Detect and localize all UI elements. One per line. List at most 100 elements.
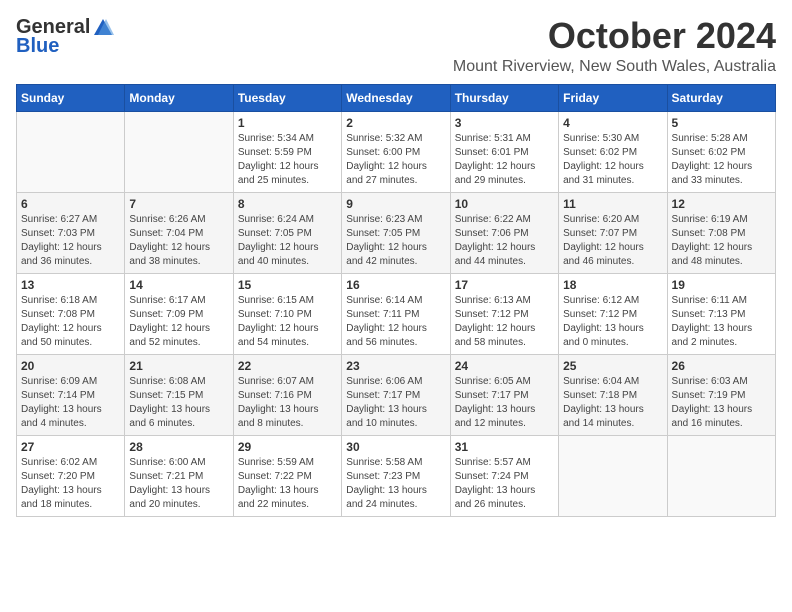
day-detail: Sunrise: 5:31 AM Sunset: 6:01 PM Dayligh… (455, 132, 554, 188)
day-number: 1 (238, 116, 337, 130)
weekday-header-thursday: Thursday (450, 84, 558, 111)
logo-icon (92, 17, 114, 39)
calendar-cell: 2 Sunrise: 5:32 AM Sunset: 6:00 PM Daylig… (342, 111, 450, 192)
day-number: 16 (346, 278, 445, 292)
calendar-cell: 31 Sunrise: 5:57 AM Sunset: 7:24 PM Dayli… (450, 435, 558, 516)
day-detail: Sunrise: 6:03 AM Sunset: 7:19 PM Dayligh… (672, 375, 771, 431)
day-detail: Sunrise: 6:26 AM Sunset: 7:04 PM Dayligh… (129, 213, 228, 269)
day-number: 8 (238, 197, 337, 211)
calendar-table: SundayMondayTuesdayWednesdayThursdayFrid… (16, 84, 776, 517)
calendar-cell: 27 Sunrise: 6:02 AM Sunset: 7:20 PM Dayli… (17, 435, 125, 516)
calendar-cell: 5 Sunrise: 5:28 AM Sunset: 6:02 PM Daylig… (667, 111, 775, 192)
calendar-cell: 22 Sunrise: 6:07 AM Sunset: 7:16 PM Dayli… (233, 354, 341, 435)
day-detail: Sunrise: 6:23 AM Sunset: 7:05 PM Dayligh… (346, 213, 445, 269)
calendar-cell: 23Sunrise: 6:06 AM Sunset: 7:17 PM Dayli… (342, 354, 450, 435)
day-number: 20 (21, 359, 120, 373)
day-number: 28 (129, 440, 228, 454)
day-number: 21 (129, 359, 228, 373)
day-detail: Sunrise: 5:28 AM Sunset: 6:02 PM Dayligh… (672, 132, 771, 188)
day-detail: Sunrise: 6:17 AM Sunset: 7:09 PM Dayligh… (129, 294, 228, 350)
calendar-cell: 25 Sunrise: 6:04 AM Sunset: 7:18 PM Dayli… (559, 354, 667, 435)
calendar-week-3: 13Sunrise: 6:18 AM Sunset: 7:08 PM Dayli… (17, 273, 776, 354)
logo: General Blue (16, 16, 114, 58)
day-detail: Sunrise: 6:27 AM Sunset: 7:03 PM Dayligh… (21, 213, 120, 269)
calendar-cell: 9 Sunrise: 6:23 AM Sunset: 7:05 PM Daylig… (342, 192, 450, 273)
day-number: 17 (455, 278, 554, 292)
logo-blue-text: Blue (16, 35, 59, 58)
weekday-header-sunday: Sunday (17, 84, 125, 111)
day-number: 23 (346, 359, 445, 373)
day-detail: Sunrise: 5:57 AM Sunset: 7:24 PM Dayligh… (455, 456, 554, 512)
calendar-cell: 11 Sunrise: 6:20 AM Sunset: 7:07 PM Dayli… (559, 192, 667, 273)
calendar-cell: 29 Sunrise: 5:59 AM Sunset: 7:22 PM Dayli… (233, 435, 341, 516)
day-number: 6 (21, 197, 120, 211)
day-detail: Sunrise: 6:11 AM Sunset: 7:13 PM Dayligh… (672, 294, 771, 350)
day-detail: Sunrise: 6:19 AM Sunset: 7:08 PM Dayligh… (672, 213, 771, 269)
calendar-cell (17, 111, 125, 192)
day-detail: Sunrise: 6:09 AM Sunset: 7:14 PM Dayligh… (21, 375, 120, 431)
day-detail: Sunrise: 6:07 AM Sunset: 7:16 PM Dayligh… (238, 375, 337, 431)
day-number: 12 (672, 197, 771, 211)
calendar-header-row: SundayMondayTuesdayWednesdayThursdayFrid… (17, 84, 776, 111)
day-detail: Sunrise: 6:15 AM Sunset: 7:10 PM Dayligh… (238, 294, 337, 350)
calendar-cell: 30Sunrise: 5:58 AM Sunset: 7:23 PM Dayli… (342, 435, 450, 516)
day-number: 29 (238, 440, 337, 454)
day-number: 15 (238, 278, 337, 292)
day-number: 9 (346, 197, 445, 211)
day-detail: Sunrise: 6:14 AM Sunset: 7:11 PM Dayligh… (346, 294, 445, 350)
calendar-cell (667, 435, 775, 516)
day-detail: Sunrise: 5:34 AM Sunset: 5:59 PM Dayligh… (238, 132, 337, 188)
calendar-body: 1 Sunrise: 5:34 AM Sunset: 5:59 PM Daylig… (17, 111, 776, 516)
location-title: Mount Riverview, New South Wales, Austra… (453, 58, 776, 76)
calendar-cell: 28 Sunrise: 6:00 AM Sunset: 7:21 PM Dayli… (125, 435, 233, 516)
day-number: 7 (129, 197, 228, 211)
day-detail: Sunrise: 6:22 AM Sunset: 7:06 PM Dayligh… (455, 213, 554, 269)
day-detail: Sunrise: 5:30 AM Sunset: 6:02 PM Dayligh… (563, 132, 662, 188)
calendar-cell: 6 Sunrise: 6:27 AM Sunset: 7:03 PM Daylig… (17, 192, 125, 273)
calendar-cell: 26 Sunrise: 6:03 AM Sunset: 7:19 PM Dayli… (667, 354, 775, 435)
day-number: 5 (672, 116, 771, 130)
day-number: 19 (672, 278, 771, 292)
day-number: 2 (346, 116, 445, 130)
day-detail: Sunrise: 5:59 AM Sunset: 7:22 PM Dayligh… (238, 456, 337, 512)
calendar-cell: 14 Sunrise: 6:17 AM Sunset: 7:09 PM Dayli… (125, 273, 233, 354)
calendar-week-4: 20 Sunrise: 6:09 AM Sunset: 7:14 PM Dayli… (17, 354, 776, 435)
weekday-header-saturday: Saturday (667, 84, 775, 111)
month-title: October 2024 (453, 16, 776, 56)
day-number: 24 (455, 359, 554, 373)
calendar-cell: 4 Sunrise: 5:30 AM Sunset: 6:02 PM Daylig… (559, 111, 667, 192)
day-number: 18 (563, 278, 662, 292)
calendar-week-5: 27 Sunrise: 6:02 AM Sunset: 7:20 PM Dayli… (17, 435, 776, 516)
calendar-cell: 8Sunrise: 6:24 AM Sunset: 7:05 PM Daylig… (233, 192, 341, 273)
calendar-cell: 17Sunrise: 6:13 AM Sunset: 7:12 PM Dayli… (450, 273, 558, 354)
calendar-cell: 18 Sunrise: 6:12 AM Sunset: 7:12 PM Dayli… (559, 273, 667, 354)
calendar-cell: 7 Sunrise: 6:26 AM Sunset: 7:04 PM Daylig… (125, 192, 233, 273)
day-number: 25 (563, 359, 662, 373)
calendar-cell: 10Sunrise: 6:22 AM Sunset: 7:06 PM Dayli… (450, 192, 558, 273)
day-detail: Sunrise: 6:20 AM Sunset: 7:07 PM Dayligh… (563, 213, 662, 269)
day-detail: Sunrise: 6:12 AM Sunset: 7:12 PM Dayligh… (563, 294, 662, 350)
day-number: 27 (21, 440, 120, 454)
day-number: 11 (563, 197, 662, 211)
calendar-cell: 13Sunrise: 6:18 AM Sunset: 7:08 PM Dayli… (17, 273, 125, 354)
day-number: 22 (238, 359, 337, 373)
day-detail: Sunrise: 6:05 AM Sunset: 7:17 PM Dayligh… (455, 375, 554, 431)
calendar-cell: 24 Sunrise: 6:05 AM Sunset: 7:17 PM Dayli… (450, 354, 558, 435)
day-number: 31 (455, 440, 554, 454)
weekday-header-monday: Monday (125, 84, 233, 111)
day-number: 30 (346, 440, 445, 454)
weekday-header-friday: Friday (559, 84, 667, 111)
day-detail: Sunrise: 6:02 AM Sunset: 7:20 PM Dayligh… (21, 456, 120, 512)
page-header: General Blue October 2024 Mount Rivervie… (16, 16, 776, 76)
day-detail: Sunrise: 6:04 AM Sunset: 7:18 PM Dayligh… (563, 375, 662, 431)
weekday-header-tuesday: Tuesday (233, 84, 341, 111)
calendar-cell: 12 Sunrise: 6:19 AM Sunset: 7:08 PM Dayli… (667, 192, 775, 273)
day-number: 4 (563, 116, 662, 130)
day-detail: Sunrise: 6:08 AM Sunset: 7:15 PM Dayligh… (129, 375, 228, 431)
calendar-cell (559, 435, 667, 516)
day-detail: Sunrise: 5:32 AM Sunset: 6:00 PM Dayligh… (346, 132, 445, 188)
day-detail: Sunrise: 6:00 AM Sunset: 7:21 PM Dayligh… (129, 456, 228, 512)
day-number: 26 (672, 359, 771, 373)
day-detail: Sunrise: 6:18 AM Sunset: 7:08 PM Dayligh… (21, 294, 120, 350)
day-number: 14 (129, 278, 228, 292)
